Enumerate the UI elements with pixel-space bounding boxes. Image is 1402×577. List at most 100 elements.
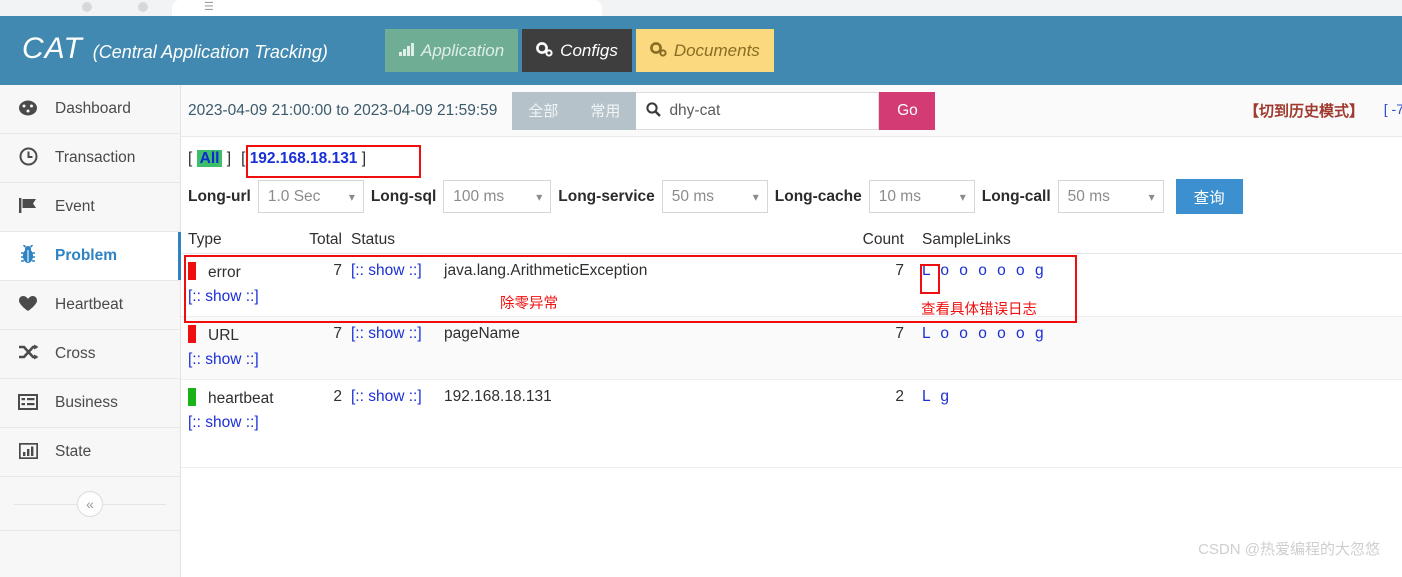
query-button[interactable]: 查询 bbox=[1175, 179, 1243, 214]
segment-tab-all[interactable]: 全部 bbox=[512, 92, 574, 130]
table-row[interactable]: heartbeat [:: show ::] 2 [:: show ::] 19… bbox=[181, 380, 1402, 468]
sidebar-item-business-label: Business bbox=[55, 394, 118, 411]
column-header-samplelinks: SampleLinks bbox=[922, 231, 1011, 248]
gear-icon-documents bbox=[649, 41, 667, 60]
long-cache-select-wrap: 10 ms bbox=[868, 180, 975, 213]
bug-icon bbox=[16, 244, 40, 267]
long-call-select[interactable]: 50 ms bbox=[1057, 180, 1164, 213]
tab-configs[interactable]: Configs bbox=[522, 29, 632, 72]
search-input[interactable] bbox=[669, 101, 850, 120]
column-header-count: Count bbox=[862, 231, 904, 248]
browser-tab[interactable]: ☰ bbox=[172, 0, 602, 16]
table-row[interactable]: URL [:: show ::] 7 [:: show ::] pageName… bbox=[181, 317, 1402, 380]
brand-short: CAT bbox=[22, 32, 83, 65]
row-status-show-link[interactable]: [:: show ::] bbox=[351, 388, 444, 461]
header-nav-tabs: Application Configs Documents bbox=[385, 29, 774, 72]
long-sql-select[interactable]: 100 ms bbox=[443, 180, 552, 213]
sidebar-item-event[interactable]: Event bbox=[0, 183, 180, 232]
row-sample-links[interactable]: L g bbox=[904, 388, 1134, 461]
search-box bbox=[636, 91, 880, 130]
segment-tab-common[interactable]: 常用 bbox=[574, 92, 636, 130]
long-call-select-wrap: 50 ms bbox=[1057, 180, 1164, 213]
severity-bar-icon bbox=[188, 325, 196, 343]
sidebar-item-dashboard-label: Dashboard bbox=[55, 100, 131, 117]
long-service-select-wrap: 50 ms bbox=[661, 180, 768, 213]
sidebar-item-dashboard[interactable]: Dashboard bbox=[0, 85, 180, 134]
problem-table: Type Total Status Count SampleLinks erro… bbox=[181, 224, 1402, 468]
sidebar-item-state-label: State bbox=[55, 443, 92, 460]
sidebar-collapse-button[interactable]: « bbox=[77, 490, 103, 517]
long-service-select[interactable]: 50 ms bbox=[661, 180, 768, 213]
column-header-total: Total bbox=[309, 231, 342, 248]
table-row[interactable]: error [:: show ::] 7 [:: show ::] java.l… bbox=[181, 254, 1402, 317]
search-toolbar: 2023-04-09 21:00:00 to 2023-04-09 21:59:… bbox=[181, 85, 1402, 137]
bar-chart-state-icon bbox=[16, 442, 40, 462]
row-count: 7 bbox=[895, 325, 904, 342]
long-url-label: Long-url bbox=[188, 187, 251, 205]
main-content: 2023-04-09 21:00:00 to 2023-04-09 21:59:… bbox=[181, 85, 1402, 577]
row-total: 7 bbox=[333, 262, 342, 279]
scope-ip[interactable]: [ 192.168.18.131 ] bbox=[241, 150, 366, 168]
annotation-viewlog-note: 查看具体错误日志 bbox=[921, 302, 1037, 318]
long-cache-select[interactable]: 10 ms bbox=[868, 180, 975, 213]
tab-documents-label: Documents bbox=[673, 40, 760, 60]
list-table-icon bbox=[16, 393, 40, 413]
row-type-cell: heartbeat [:: show ::] bbox=[181, 388, 303, 461]
browser-chrome-strip: ☰ bbox=[0, 0, 1402, 16]
sidebar-item-problem[interactable]: Problem bbox=[0, 232, 181, 281]
chevron-double-left-icon: « bbox=[86, 495, 94, 512]
scope-ip-value: 192.168.18.131 bbox=[249, 150, 358, 167]
row-status-show-link[interactable]: [:: show ::] bbox=[351, 325, 444, 373]
row-detail: pageName bbox=[444, 325, 520, 342]
bar-chart-icon bbox=[399, 42, 414, 59]
sidebar-item-cross[interactable]: Cross bbox=[0, 330, 180, 379]
table-header-row: Type Total Status Count SampleLinks bbox=[181, 224, 1402, 254]
scope-ip-suffix: ] bbox=[361, 150, 367, 167]
tab-application[interactable]: Application bbox=[385, 29, 519, 72]
gear-icon bbox=[536, 41, 553, 60]
row-detail: 192.168.18.131 bbox=[444, 388, 552, 405]
search-icon bbox=[646, 101, 662, 120]
row-count: 7 bbox=[895, 262, 904, 279]
row-status-show-link[interactable]: [:: show ::] bbox=[351, 262, 444, 310]
long-call-label: Long-call bbox=[981, 187, 1051, 205]
severity-bar-icon bbox=[188, 388, 196, 406]
app-brand: CAT (Central Application Tracking) bbox=[22, 32, 328, 66]
clock-icon bbox=[16, 147, 40, 169]
column-header-status: Status bbox=[351, 231, 395, 248]
sidebar-item-event-label: Event bbox=[55, 198, 95, 215]
scope-all[interactable]: [ All ] bbox=[188, 150, 231, 168]
brand-full: (Central Application Tracking) bbox=[92, 42, 328, 62]
date-range-label[interactable]: 2023-04-09 21:00:00 to 2023-04-09 21:59:… bbox=[188, 102, 497, 120]
sidebar-collapse-row: « bbox=[0, 477, 180, 531]
tab-application-label: Application bbox=[421, 40, 505, 60]
app-page: ☰ CAT (Central Application Tracking) Appl… bbox=[0, 0, 1402, 577]
sidebar-item-state[interactable]: State bbox=[0, 428, 180, 477]
app-header: CAT (Central Application Tracking) Applic… bbox=[0, 16, 1402, 85]
long-sql-select-wrap: 100 ms bbox=[443, 180, 552, 213]
scope-all-suffix: ] bbox=[226, 150, 232, 167]
row-type-label: URL bbox=[208, 327, 240, 344]
long-cache-label: Long-cache bbox=[774, 187, 862, 205]
row-expand-link[interactable]: [:: show ::] bbox=[188, 351, 303, 369]
go-button[interactable]: Go bbox=[879, 91, 936, 130]
sidebar-item-heartbeat[interactable]: Heartbeat bbox=[0, 281, 180, 330]
annotation-exception-note: 除零异常 bbox=[500, 296, 558, 312]
row-expand-link[interactable]: [:: show ::] bbox=[188, 288, 303, 306]
history-extra-label[interactable]: [ -7 bbox=[1384, 101, 1402, 117]
long-url-select-wrap: 1.0 Sec bbox=[257, 180, 364, 213]
chrome-dot-right bbox=[138, 2, 148, 12]
watermark: CSDN @热爱编程的大忽悠 bbox=[1198, 541, 1380, 558]
history-mode-link[interactable]: 【切到历史模式】 bbox=[1244, 100, 1364, 121]
row-expand-link[interactable]: [:: show ::] bbox=[188, 414, 303, 432]
sidebar-item-transaction[interactable]: Transaction bbox=[0, 134, 180, 183]
row-type-label: error bbox=[208, 264, 241, 281]
sidebar-item-business[interactable]: Business bbox=[0, 379, 180, 428]
sidebar-item-heartbeat-label: Heartbeat bbox=[55, 296, 124, 313]
row-sample-links[interactable]: L o o o o o g bbox=[904, 325, 1134, 373]
scope-all-prefix: [ bbox=[188, 150, 193, 167]
tab-documents[interactable]: Documents bbox=[635, 29, 774, 72]
scope-all-label: All bbox=[196, 150, 223, 167]
row-total: 2 bbox=[333, 388, 342, 405]
long-url-select[interactable]: 1.0 Sec bbox=[257, 180, 364, 213]
